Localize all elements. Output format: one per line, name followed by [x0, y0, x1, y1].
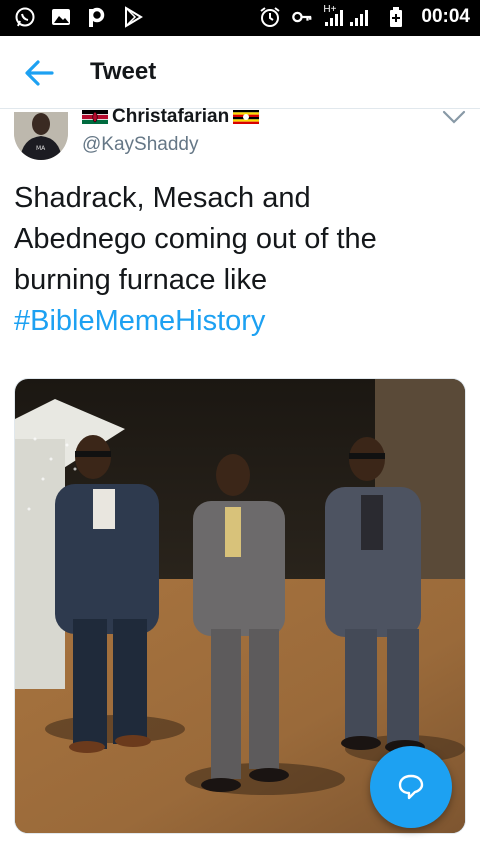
hashtag-link[interactable]: #BibleMemeHistory — [14, 301, 464, 342]
play-store-icon — [122, 6, 144, 28]
alarm-icon — [259, 6, 281, 28]
status-bar-system: H+ 00:04 — [259, 4, 470, 28]
app-bar: Tweet — [0, 36, 480, 108]
status-bar-notifications — [14, 6, 144, 28]
whatsapp-icon — [14, 6, 36, 28]
tweet-text-line: Abednego coming out of the — [14, 223, 377, 255]
arrow-left-icon[interactable] — [22, 56, 56, 90]
battery-icon — [385, 6, 407, 28]
reply-fab-button[interactable] — [370, 746, 452, 828]
uganda-flag-icon — [233, 110, 260, 124]
network-type-label: H+ — [323, 4, 337, 15]
status-bar: H+ 00:04 — [0, 0, 480, 36]
gallery-icon — [50, 6, 72, 28]
status-bar-time: 00:04 — [421, 6, 470, 27]
svg-text:MA: MA — [36, 145, 46, 152]
author-handle[interactable]: @KayShaddy — [82, 134, 198, 156]
page-title: Tweet — [90, 58, 157, 85]
tweet-text-line: Shadrack, Mesach and — [14, 182, 311, 214]
chevron-down-icon[interactable] — [442, 110, 466, 124]
signal-icon: H+ — [323, 4, 375, 28]
author-name-row[interactable]: Christafarian — [82, 106, 260, 128]
tweet-text: Shadrack, Mesach and Abednego coming out… — [14, 178, 464, 342]
reply-bubble-icon — [398, 774, 424, 800]
pocket-p-icon — [86, 6, 108, 28]
tweet-text-line: burning furnace like — [14, 264, 268, 296]
vpn-key-icon — [291, 6, 313, 28]
author-display-name[interactable]: Christafarian — [112, 106, 229, 128]
kenya-flag-icon — [82, 110, 108, 124]
avatar[interactable]: MA — [14, 112, 68, 160]
